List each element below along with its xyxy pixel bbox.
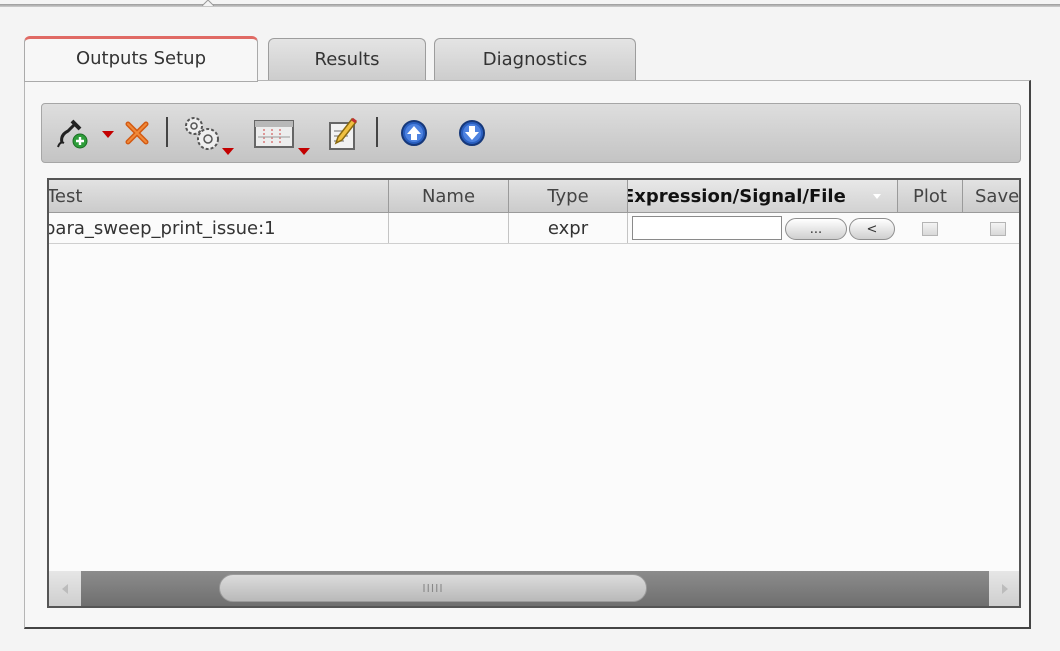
tab-results[interactable]: Results	[268, 38, 426, 80]
tab-label: Outputs Setup	[75, 48, 207, 69]
move-down-icon	[459, 120, 485, 146]
edit-button[interactable]	[320, 112, 364, 154]
settings-button[interactable]	[180, 112, 224, 154]
tab-outputs-setup[interactable]: Outputs Setup	[24, 36, 258, 82]
browse-button[interactable]: ...	[785, 218, 847, 240]
column-header-type[interactable]: Type	[509, 180, 628, 212]
scroll-left-button[interactable]	[49, 571, 81, 606]
tab-label: Diagnostics	[482, 49, 588, 70]
move-up-icon	[401, 120, 427, 146]
save-checkbox[interactable]	[990, 222, 1006, 236]
outputs-panel-window: Outputs Setup Results Diagnostics Test N…	[0, 0, 1060, 651]
column-header-test[interactable]: Test	[49, 180, 389, 212]
expression-input[interactable]	[632, 216, 782, 240]
column-header-expression[interactable]: Expression/Signal/File	[628, 180, 898, 212]
scroll-right-arrow-icon	[1002, 583, 1008, 594]
settings-dropdown-arrow[interactable]	[222, 148, 234, 155]
add-output-dropdown-arrow[interactable]	[102, 131, 114, 138]
tab-diagnostics[interactable]: Diagnostics	[434, 38, 636, 80]
toolbar-separator	[376, 117, 378, 147]
outputs-table: Test Name Type Expression/Signal/File Pl…	[47, 178, 1021, 608]
move-up-button[interactable]	[396, 112, 432, 154]
table-row[interactable]: para_sweep_print_issue:1 expr ... <	[49, 213, 1019, 244]
scroll-right-button[interactable]	[989, 571, 1019, 606]
add-output-button[interactable]	[52, 112, 96, 154]
top-divider	[0, 4, 1060, 7]
outputs-setup-panel: Test Name Type Expression/Signal/File Pl…	[24, 80, 1031, 629]
cell-type[interactable]: expr	[509, 213, 628, 243]
pick-signal-button[interactable]: <	[849, 218, 895, 240]
toolbar-separator	[166, 117, 168, 147]
move-down-button[interactable]	[454, 112, 490, 154]
plot-checkbox[interactable]	[922, 222, 938, 236]
sort-down-icon	[873, 194, 881, 199]
table-header: Test Name Type Expression/Signal/File Pl…	[49, 180, 1019, 213]
scroll-left-arrow-icon	[62, 583, 68, 594]
cell-name[interactable]	[389, 213, 509, 243]
delete-button[interactable]	[120, 112, 154, 154]
edit-note-icon	[329, 117, 358, 150]
column-header-name[interactable]: Name	[389, 180, 509, 212]
add-output-icon	[57, 119, 88, 149]
column-header-save[interactable]: Save	[963, 180, 1019, 212]
splitter-notch-icon	[202, 0, 214, 6]
table-view-dropdown-arrow[interactable]	[298, 148, 310, 155]
table-view-icon	[254, 120, 294, 148]
delete-icon	[125, 121, 149, 145]
tab-label: Results	[314, 49, 380, 70]
table-view-button[interactable]	[250, 112, 298, 154]
horizontal-scrollbar[interactable]: IIIII	[49, 571, 1019, 606]
toolbar	[41, 103, 1021, 163]
column-header-plot[interactable]: Plot	[898, 180, 963, 212]
settings-gears-icon	[185, 117, 219, 150]
scrollbar-thumb[interactable]: IIIII	[219, 574, 647, 602]
cell-test: para_sweep_print_issue:1	[49, 213, 389, 243]
